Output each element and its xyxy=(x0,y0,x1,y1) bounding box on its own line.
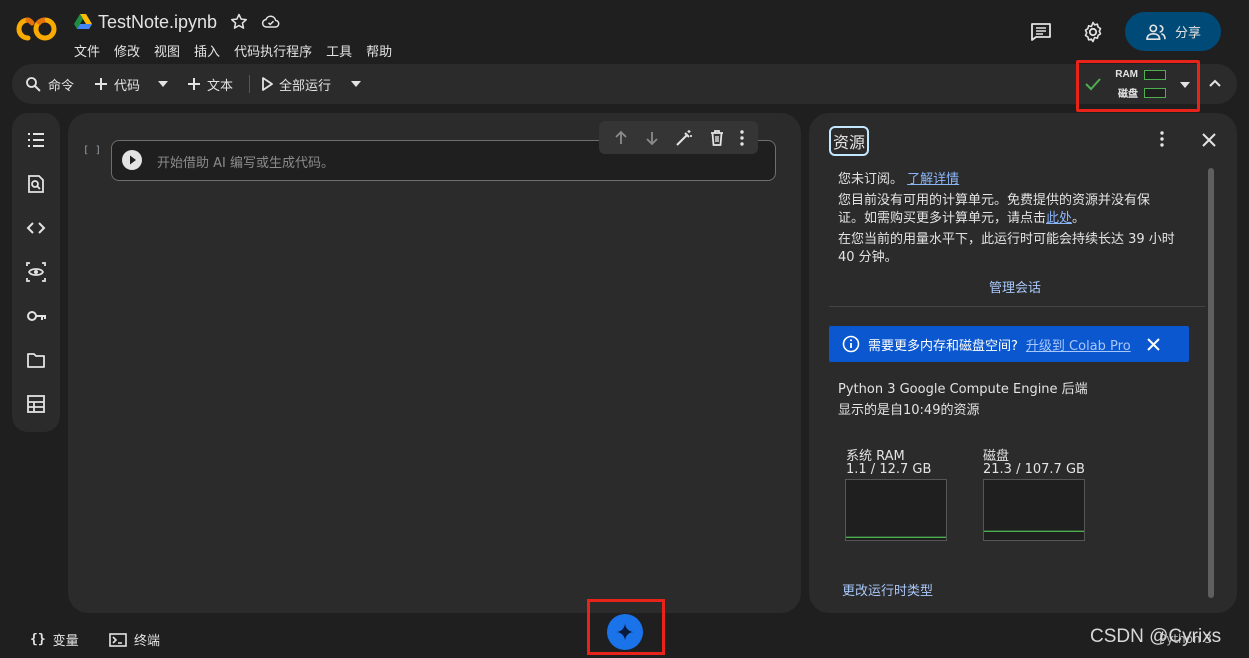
caret-down-icon xyxy=(157,80,169,88)
disk-meter[interactable]: 磁盘 xyxy=(1112,85,1166,100)
cell-placeholder-text: 开始借助 AI 编写或生成代码。 xyxy=(157,156,334,171)
info-icon xyxy=(842,335,860,353)
purchase-text: 证。如需购买更多计算单元，请点击 xyxy=(838,211,1047,226)
runtime-dropdown-caret-icon[interactable] xyxy=(1179,81,1191,89)
connected-check-icon[interactable] xyxy=(1084,75,1102,93)
plus-icon xyxy=(187,77,201,91)
collapse-header-chevron-icon[interactable] xyxy=(1208,78,1222,88)
colab-logo[interactable] xyxy=(14,14,60,44)
menu-runtime[interactable]: 代码执行程序 xyxy=(234,41,312,60)
add-text-button[interactable]: 文本 xyxy=(187,64,233,104)
terminal-button[interactable]: 终端 xyxy=(109,630,160,649)
run-all-button[interactable]: 全部运行 xyxy=(261,64,331,104)
command-label: 命令 xyxy=(48,78,75,94)
resources-since-text: 显示的是自10:49的资源 xyxy=(838,403,980,418)
banner-close-icon[interactable] xyxy=(1146,337,1160,351)
purchase-text-end: 。 xyxy=(1072,211,1086,226)
notebook-area xyxy=(68,113,801,613)
panel-scrollbar[interactable] xyxy=(1208,168,1214,598)
google-drive-icon[interactable] xyxy=(74,14,92,30)
text-label: 文本 xyxy=(207,78,234,94)
toolbar-divider xyxy=(249,75,250,93)
share-button[interactable]: 分享 xyxy=(1125,12,1221,51)
add-code-button[interactable]: 代码 xyxy=(94,64,140,104)
run-all-label: 全部运行 xyxy=(279,78,332,94)
run-cell-play-icon[interactable] xyxy=(122,150,142,170)
watermark-text: CSDN @Cyrixs xyxy=(1090,626,1222,647)
command-palette-button[interactable]: 命令 xyxy=(24,64,74,104)
menu-view[interactable]: 视图 xyxy=(154,41,180,60)
cell-toolbar xyxy=(599,121,758,154)
ram-meter-label: RAM xyxy=(1115,69,1138,80)
star-icon[interactable] xyxy=(229,12,249,32)
find-replace-icon[interactable] xyxy=(26,174,46,194)
files-folder-icon[interactable] xyxy=(26,350,46,370)
ram-meter[interactable]: RAM xyxy=(1112,69,1166,80)
system-ram-value: 1.1 / 12.7 GB xyxy=(846,462,932,477)
add-code-dropdown[interactable] xyxy=(157,64,169,104)
disk-value: 21.3 / 107.7 GB xyxy=(983,462,1085,477)
gemini-button[interactable] xyxy=(607,614,643,650)
data-table-icon[interactable] xyxy=(26,394,46,414)
compute-units-line2: 证。如需购买更多计算单元，请点击此处。 xyxy=(838,207,1085,226)
variable-inspector-eye-icon[interactable] xyxy=(26,262,46,282)
terminal-icon xyxy=(109,632,127,647)
system-ram-graph xyxy=(845,479,947,541)
compute-units-line1: 您目前没有可用的计算单元。免费提供的资源并没有保 xyxy=(838,193,1151,208)
upgrade-colab-pro-link[interactable]: 升级到 Colab Pro xyxy=(1026,335,1131,354)
cloud-saved-icon[interactable] xyxy=(261,12,281,32)
runtime-estimate-line2: 40 分钟。 xyxy=(838,250,898,265)
menu-insert[interactable]: 插入 xyxy=(194,41,220,60)
code-label: 代码 xyxy=(114,78,141,94)
upgrade-banner: 需要更多内存和磁盘空间? 升级到 Colab Pro xyxy=(829,326,1189,362)
curly-braces-icon: {} xyxy=(30,632,46,647)
secrets-key-icon[interactable] xyxy=(26,306,46,326)
gemini-sparkle-icon xyxy=(615,622,635,642)
people-icon xyxy=(1145,23,1167,41)
menu-tools[interactable]: 工具 xyxy=(326,41,352,60)
variables-label: 变量 xyxy=(52,634,79,649)
plus-icon xyxy=(94,77,108,91)
disk-meter-label: 磁盘 xyxy=(1118,89,1138,100)
ram-meter-bar xyxy=(1144,69,1166,80)
move-cell-down-icon[interactable] xyxy=(644,130,660,146)
code-snippets-icon[interactable] xyxy=(26,218,46,238)
subscription-status: 您未订阅。 了解详情 xyxy=(838,168,959,187)
run-all-dropdown[interactable] xyxy=(350,64,362,104)
cell-execution-count: [ ] xyxy=(83,145,102,156)
more-options-vertical-icon[interactable] xyxy=(740,129,744,146)
panel-more-options-icon[interactable] xyxy=(1160,131,1164,147)
panel-title: 资源 xyxy=(829,126,869,156)
purchase-here-link[interactable]: 此处 xyxy=(1046,211,1072,226)
terminal-label: 终端 xyxy=(134,634,161,649)
runtime-estimate-line1: 在您当前的用量水平下，此运行时可能会持续长达 39 小时 xyxy=(838,232,1175,247)
disk-meter-bar xyxy=(1144,87,1166,98)
notebook-title[interactable]: TestNote.ipynb xyxy=(98,12,217,33)
caret-down-icon xyxy=(350,80,362,88)
panel-divider xyxy=(829,306,1205,307)
backend-description: Python 3 Google Compute Engine 后端 xyxy=(838,382,1088,397)
menu-edit[interactable]: 修改 xyxy=(114,41,140,60)
menu-file[interactable]: 文件 xyxy=(74,41,100,60)
comments-icon[interactable] xyxy=(1027,18,1055,46)
menu-help[interactable]: 帮助 xyxy=(366,41,392,60)
manage-sessions-link[interactable]: 管理会话 xyxy=(989,277,1041,296)
panel-close-icon[interactable] xyxy=(1201,132,1217,148)
change-runtime-type-link[interactable]: 更改运行时类型 xyxy=(842,580,933,599)
delete-cell-trash-icon[interactable] xyxy=(709,129,725,146)
learn-more-link[interactable]: 了解详情 xyxy=(907,172,959,187)
title-row: TestNote.ipynb xyxy=(74,10,281,34)
play-outline-icon xyxy=(261,77,273,91)
upgrade-banner-text: 需要更多内存和磁盘空间? xyxy=(868,338,1018,354)
table-of-contents-icon[interactable] xyxy=(26,130,46,150)
not-subscribed-text: 您未订阅。 xyxy=(838,172,904,187)
settings-gear-icon[interactable] xyxy=(1079,18,1107,46)
share-label: 分享 xyxy=(1174,26,1201,41)
disk-graph xyxy=(983,479,1085,541)
variables-button[interactable]: {} 变量 xyxy=(30,630,79,649)
ai-magic-wand-icon[interactable] xyxy=(675,129,693,147)
search-icon xyxy=(24,75,42,93)
menu-bar: 文件 修改 视图 插入 代码执行程序 工具 帮助 xyxy=(74,41,406,60)
move-cell-up-icon[interactable] xyxy=(613,130,629,146)
